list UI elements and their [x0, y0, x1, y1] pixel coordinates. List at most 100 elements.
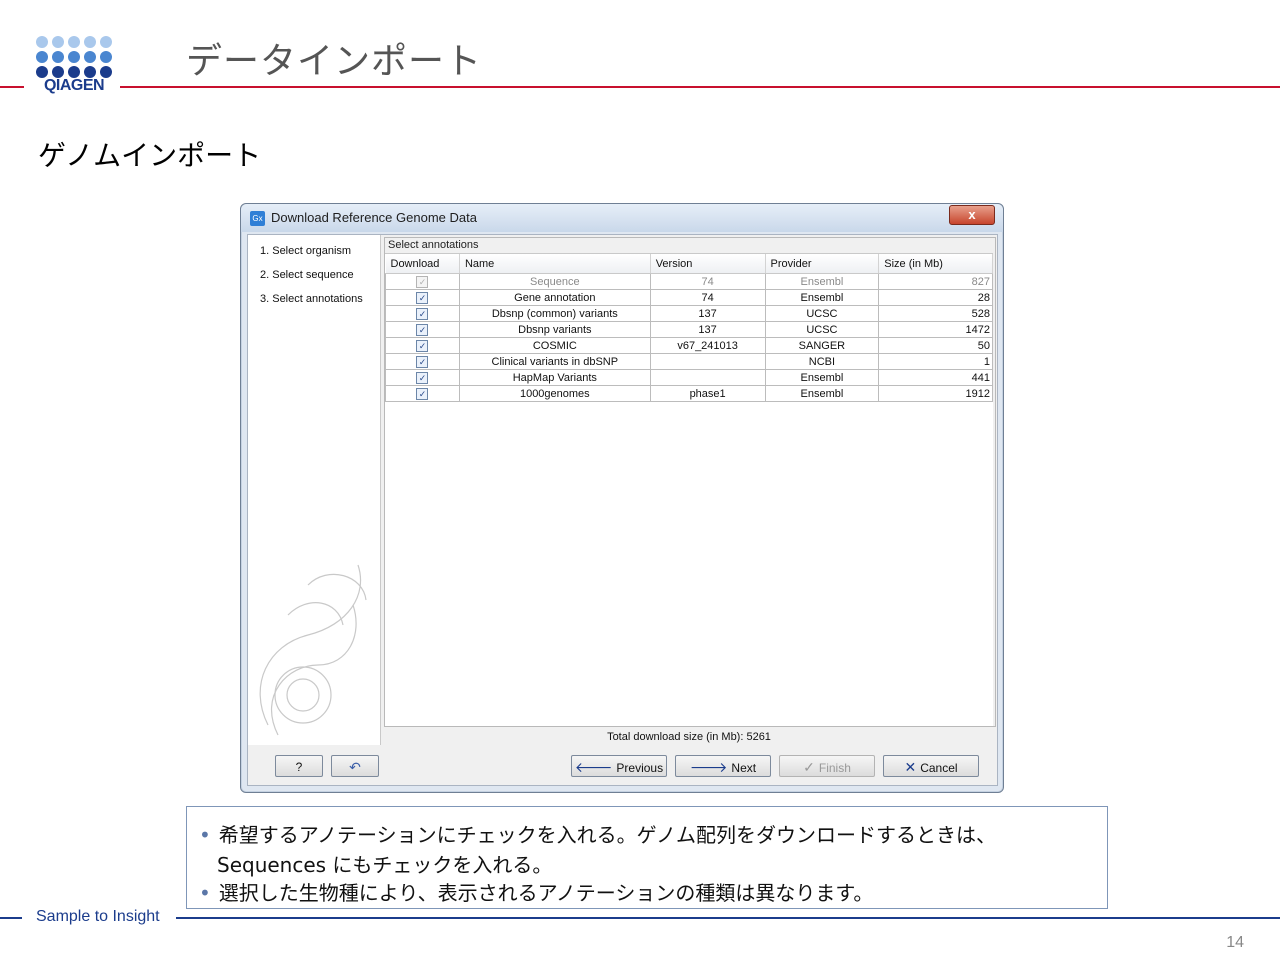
checkbox[interactable]: ✓ [416, 371, 429, 384]
annotation-size: 1 [878, 353, 993, 370]
annotation-provider: Ensembl [764, 385, 880, 402]
annotation-provider: UCSC [764, 305, 880, 322]
annotation-size: 827 [878, 273, 993, 290]
logo-text: QIAGEN [43, 77, 105, 94]
slide-subtitle: ゲノムインポート [38, 139, 262, 172]
note-item-2: • 選択した生物種により、表示されるアノテーションの種類は異なります。 [199, 877, 873, 906]
annotations-table: Download Name Version Provider Size (in … [385, 254, 993, 402]
annotation-version: 74 [649, 273, 766, 290]
previous-button[interactable]: 🡐 Previous [571, 755, 667, 777]
table-row[interactable]: ✓ Gene annotation 74 Ensembl 28 [385, 289, 993, 306]
finish-label: Finish [818, 761, 851, 775]
step-select-annotations: 3. Select annotations [260, 293, 363, 305]
annotation-version [649, 369, 766, 386]
cancel-button[interactable]: ✕ Cancel [883, 755, 979, 777]
header-rule [120, 86, 1280, 88]
column-header-version[interactable]: Version [650, 254, 766, 274]
column-header-size[interactable]: Size (in Mb) [878, 254, 993, 274]
wizard-steps: 1. Select organism 2. Select sequence 3.… [248, 235, 381, 745]
annotation-size: 528 [878, 305, 993, 322]
table-row[interactable]: ✓ Dbsnp variants 137 UCSC 1472 [385, 321, 993, 338]
total-download-size: Total download size (in Mb): 5261 [607, 731, 771, 743]
annotation-version: 137 [649, 321, 766, 338]
annotation-name: Dbsnp variants [458, 321, 651, 338]
annotation-provider: Ensembl [764, 273, 880, 290]
annotation-provider: Ensembl [764, 369, 880, 386]
annotation-provider: Ensembl [764, 289, 880, 306]
step-select-sequence: 2. Select sequence [260, 269, 354, 281]
footer-rule-left [0, 917, 22, 919]
download-checkbox: ✓ [385, 321, 460, 338]
table-header: Download Name Version Provider Size (in … [385, 254, 993, 274]
annotation-name: Sequence [458, 273, 651, 290]
undo-arrow-icon: ↶ [349, 759, 361, 775]
reset-button[interactable]: ↶ [331, 755, 379, 777]
arrow-left-icon: 🡐 [574, 759, 613, 775]
column-header-download[interactable]: Download [385, 254, 460, 274]
previous-label: Previous [616, 761, 664, 775]
annotation-name: Dbsnp (common) variants [458, 305, 651, 322]
annotation-size: 1472 [878, 321, 993, 338]
panel-label: Select annotations [388, 239, 479, 251]
download-checkbox: ✓ [385, 289, 460, 306]
table-row[interactable]: ✓ COSMIC v67_241013 SANGER 50 [385, 337, 993, 354]
annotation-provider: UCSC [764, 321, 880, 338]
bullet-icon: • [199, 823, 211, 847]
table-row[interactable]: ✓ Dbsnp (common) variants 137 UCSC 528 [385, 305, 993, 322]
bullet-icon: • [199, 881, 211, 905]
checkbox[interactable]: ✓ [416, 339, 429, 352]
note-box: • 希望するアノテーションにチェックを入れる。ゲノム配列をダウンロードするときは、… [186, 806, 1108, 909]
table-row[interactable]: ✓ HapMap Variants Ensembl 441 [385, 369, 993, 386]
checkmark-icon: ✓ [803, 759, 815, 775]
note-line-2: Sequences にもチェックを入れる。 [217, 853, 553, 877]
annotation-name: 1000genomes [458, 385, 651, 402]
dialog-title: Download Reference Genome Data [271, 210, 477, 225]
annotation-size: 28 [878, 289, 993, 306]
column-header-provider[interactable]: Provider [765, 254, 880, 274]
checkbox[interactable]: ✓ [416, 291, 429, 304]
x-icon: ✕ [904, 759, 917, 775]
annotation-provider: SANGER [764, 337, 880, 354]
dialog-titlebar[interactable]: Gx Download Reference Genome Data x [241, 204, 1003, 232]
close-button[interactable]: x [949, 205, 995, 225]
annotation-name: HapMap Variants [458, 369, 651, 386]
annotation-name: COSMIC [458, 337, 651, 354]
note-line-1: 希望するアノテーションにチェックを入れる。ゲノム配列をダウンロードするときは、 [218, 823, 996, 847]
download-checkbox: ✓ [385, 385, 460, 402]
annotation-size: 1912 [878, 385, 993, 402]
download-reference-genome-dialog: Gx Download Reference Genome Data x 1. S… [240, 203, 1004, 793]
annotation-provider: NCBI [764, 353, 880, 370]
logo-dots [36, 36, 112, 78]
checkbox[interactable]: ✓ [416, 387, 429, 400]
header-rule-left [0, 86, 24, 88]
finish-button[interactable]: ✓ Finish [779, 755, 875, 777]
help-button[interactable]: ? [275, 755, 323, 777]
cancel-label: Cancel [920, 761, 958, 775]
next-label: Next [731, 761, 757, 775]
annotation-size: 50 [878, 337, 993, 354]
arrow-right-icon: 🡒 [689, 759, 728, 775]
footer-rule [176, 917, 1280, 919]
qiagen-logo: QIAGEN [36, 36, 112, 96]
checkbox[interactable]: ✓ [416, 355, 429, 368]
column-header-name[interactable]: Name [459, 254, 651, 274]
download-checkbox: ✓ [385, 273, 460, 290]
table-row[interactable]: ✓ Sequence 74 Ensembl 827 [385, 273, 993, 290]
dialog-body: 1. Select organism 2. Select sequence 3.… [247, 234, 998, 786]
annotation-name: Gene annotation [458, 289, 651, 306]
note-line-3: 選択した生物種により、表示されるアノテーションの種類は異なります。 [218, 881, 874, 905]
annotation-version: 74 [649, 289, 766, 306]
checkbox[interactable]: ✓ [416, 323, 429, 336]
download-checkbox: ✓ [385, 353, 460, 370]
decorative-swirl-icon [259, 564, 367, 736]
app-icon: Gx [250, 211, 265, 226]
annotation-name: Clinical variants in dbSNP [458, 353, 651, 370]
checkbox: ✓ [416, 275, 429, 288]
note-item-1: • 希望するアノテーションにチェックを入れる。ゲノム配列をダウンロードするときは、 [199, 819, 996, 848]
table-row[interactable]: ✓ 1000genomes phase1 Ensembl 1912 [385, 385, 993, 402]
checkbox[interactable]: ✓ [416, 307, 429, 320]
next-button[interactable]: 🡒 Next [675, 755, 771, 777]
step-select-organism: 1. Select organism [260, 245, 352, 257]
page-number: 14 [1226, 934, 1244, 951]
table-row[interactable]: ✓ Clinical variants in dbSNP NCBI 1 [385, 353, 993, 370]
